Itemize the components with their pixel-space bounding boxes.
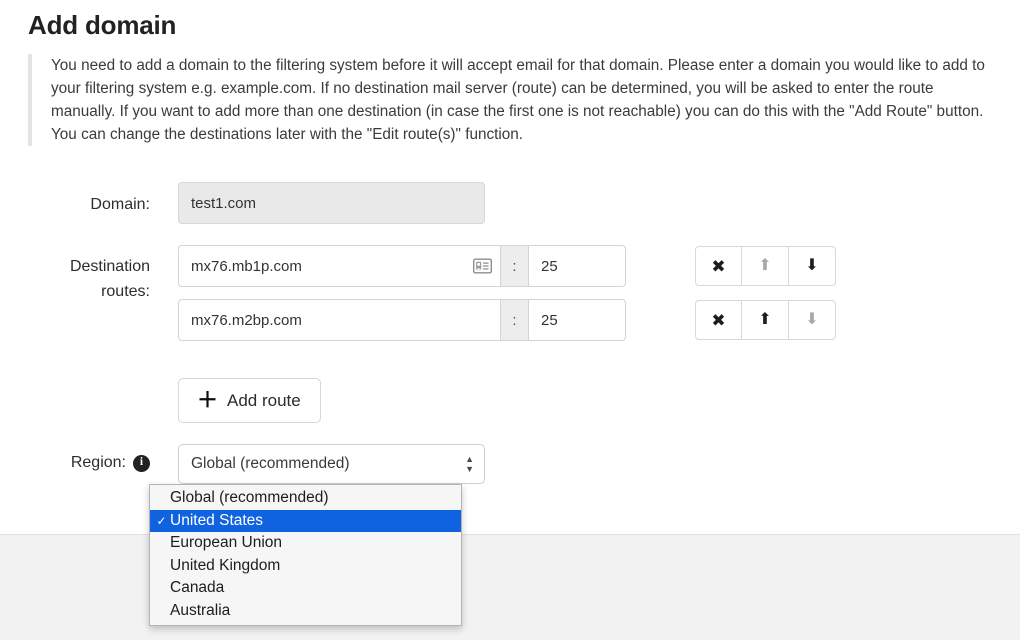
route-port-input[interactable]	[528, 245, 626, 287]
contact-card-icon[interactable]	[473, 259, 492, 274]
region-option[interactable]: ✓United States	[150, 510, 461, 533]
chevron-up-icon: ▲	[465, 455, 474, 463]
close-icon: ✖	[711, 258, 725, 275]
move-route-up-button[interactable]: ⬆	[742, 300, 789, 340]
plus-icon: ＋	[197, 390, 218, 411]
region-option-label: United States	[170, 512, 263, 530]
remove-route-button[interactable]: ✖	[695, 246, 742, 286]
add-route-label: Add route	[227, 391, 301, 411]
route-input-group: :	[178, 245, 626, 287]
destination-routes-list: : ✖ ⬆ ⬇	[178, 245, 836, 341]
destination-routes-label-line2: routes:	[28, 279, 150, 304]
info-blockquote: You need to add a domain to the filterin…	[28, 54, 993, 146]
route-row: : ✖ ⬆ ⬇	[178, 299, 836, 341]
region-option[interactable]: Canada	[150, 577, 461, 600]
stepper-icon: ▲ ▼	[465, 455, 474, 473]
route-row: : ✖ ⬆ ⬇	[178, 245, 836, 287]
route-separator: :	[500, 245, 528, 287]
domain-input[interactable]	[178, 182, 485, 224]
move-route-down-button[interactable]: ⬇	[789, 300, 836, 340]
add-domain-page: Add domain You need to add a domain to t…	[0, 0, 1020, 640]
route-actions: ✖ ⬆ ⬇	[695, 246, 836, 286]
info-paragraph: You need to add a domain to the filterin…	[51, 54, 993, 146]
domain-label: Domain:	[28, 182, 150, 216]
destination-routes-label-line1: Destination	[28, 254, 150, 279]
arrow-up-icon: ⬆	[758, 258, 771, 274]
arrow-down-icon: ⬇	[805, 312, 818, 328]
region-option[interactable]: Australia	[150, 600, 461, 623]
route-host-input[interactable]	[178, 245, 500, 287]
domain-row: Domain:	[28, 182, 485, 224]
destination-routes-row: Destination routes:	[28, 245, 836, 341]
region-option-label: Canada	[170, 579, 224, 597]
region-dropdown-menu[interactable]: Global (recommended)✓United StatesEurope…	[149, 484, 462, 626]
route-host-wrap	[178, 245, 500, 287]
remove-route-button[interactable]: ✖	[695, 300, 742, 340]
region-option[interactable]: Global (recommended)	[150, 487, 461, 510]
arrow-up-icon: ⬆	[758, 312, 771, 328]
check-icon: ✓	[153, 514, 170, 528]
region-option-label: United Kingdom	[170, 557, 280, 575]
route-port-input[interactable]	[528, 299, 626, 341]
route-input-group: :	[178, 299, 626, 341]
close-icon: ✖	[711, 312, 725, 329]
move-route-down-button[interactable]: ⬇	[789, 246, 836, 286]
region-option-label: European Union	[170, 534, 282, 552]
region-option[interactable]: United Kingdom	[150, 555, 461, 578]
page-title: Add domain	[28, 10, 176, 41]
route-host-wrap	[178, 299, 500, 341]
region-select[interactable]: Global (recommended) ▲ ▼	[178, 444, 485, 484]
arrow-down-icon: ⬇	[805, 258, 818, 274]
region-label-wrap: Region: i	[28, 444, 150, 472]
region-option-label: Australia	[170, 602, 230, 620]
region-select-value: Global (recommended)	[191, 455, 350, 473]
route-actions: ✖ ⬆ ⬇	[695, 300, 836, 340]
info-icon[interactable]: i	[133, 455, 150, 472]
route-separator: :	[500, 299, 528, 341]
region-option[interactable]: European Union	[150, 532, 461, 555]
add-route-button[interactable]: ＋ Add route	[178, 378, 321, 423]
region-row: Region: i Global (recommended) ▲ ▼	[28, 444, 485, 484]
region-label: Region:	[71, 454, 126, 472]
route-host-input[interactable]	[178, 299, 500, 341]
destination-routes-label: Destination routes:	[28, 245, 150, 304]
region-option-label: Global (recommended)	[170, 489, 329, 507]
move-route-up-button[interactable]: ⬆	[742, 246, 789, 286]
add-route-row: ＋ Add route	[178, 378, 321, 423]
chevron-down-icon: ▼	[465, 465, 474, 473]
